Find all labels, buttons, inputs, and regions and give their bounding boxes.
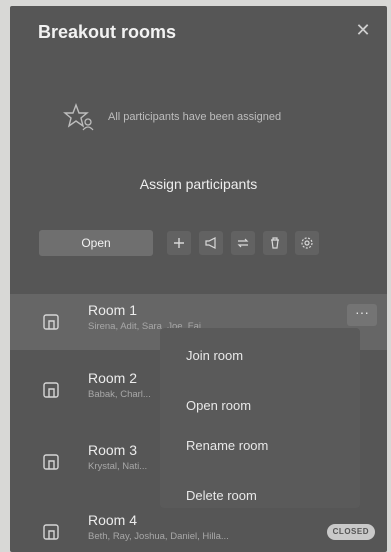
move-icon bbox=[237, 238, 249, 248]
assigned-message: All participants have been assigned bbox=[108, 111, 282, 123]
room-members: Babak, Charl... bbox=[88, 389, 151, 400]
panel-title: Breakout rooms bbox=[38, 22, 177, 42]
room-more-button[interactable]: ··· bbox=[347, 304, 377, 326]
move-participants-button[interactable] bbox=[231, 231, 255, 255]
room-icon bbox=[43, 524, 59, 540]
add-room-button[interactable] bbox=[167, 231, 191, 255]
room-context-menu: Join room Open room Rename room Delete r… bbox=[160, 328, 360, 508]
status-badge: CLOSED bbox=[326, 524, 375, 540]
settings-button[interactable] bbox=[295, 231, 319, 255]
room-members: Beth, Ray, Joshua, Daniel, Hilla... bbox=[88, 531, 229, 542]
star-people-icon bbox=[63, 103, 94, 131]
open-rooms-button[interactable]: Open bbox=[39, 230, 153, 256]
room-name: Room 2 bbox=[88, 370, 138, 386]
menu-item-join-room[interactable]: Join room bbox=[186, 348, 243, 363]
room-icon bbox=[43, 454, 59, 470]
menu-item-delete-room[interactable]: Delete room bbox=[186, 488, 257, 503]
assign-participants-button[interactable]: Assign participants bbox=[10, 176, 387, 192]
menu-item-open-room[interactable]: Open room bbox=[186, 398, 251, 413]
announce-icon bbox=[205, 237, 216, 249]
toolbar: Open bbox=[39, 230, 319, 256]
assigned-status: All participants have been assigned bbox=[62, 102, 281, 132]
close-button[interactable]: ✕ bbox=[353, 20, 373, 40]
delete-rooms-button[interactable] bbox=[263, 231, 287, 255]
delete-icon bbox=[271, 237, 279, 249]
menu-item-rename-room[interactable]: Rename room bbox=[186, 438, 268, 453]
room-name: Room 1 bbox=[88, 302, 138, 318]
room-icon bbox=[43, 314, 59, 330]
room-item-4[interactable]: Room 4 Beth, Ray, Joshua, Daniel, Hilla.… bbox=[10, 504, 387, 552]
room-name: Room 4 bbox=[88, 512, 138, 528]
room-members: Krystal, Nati... bbox=[88, 461, 148, 472]
add-icon bbox=[174, 238, 184, 248]
breakout-rooms-panel: Breakout rooms ✕ All participants have b… bbox=[10, 6, 387, 552]
announce-button[interactable] bbox=[199, 231, 223, 255]
settings-icon bbox=[301, 237, 313, 249]
room-name: Room 3 bbox=[88, 442, 138, 458]
room-icon bbox=[43, 382, 59, 398]
